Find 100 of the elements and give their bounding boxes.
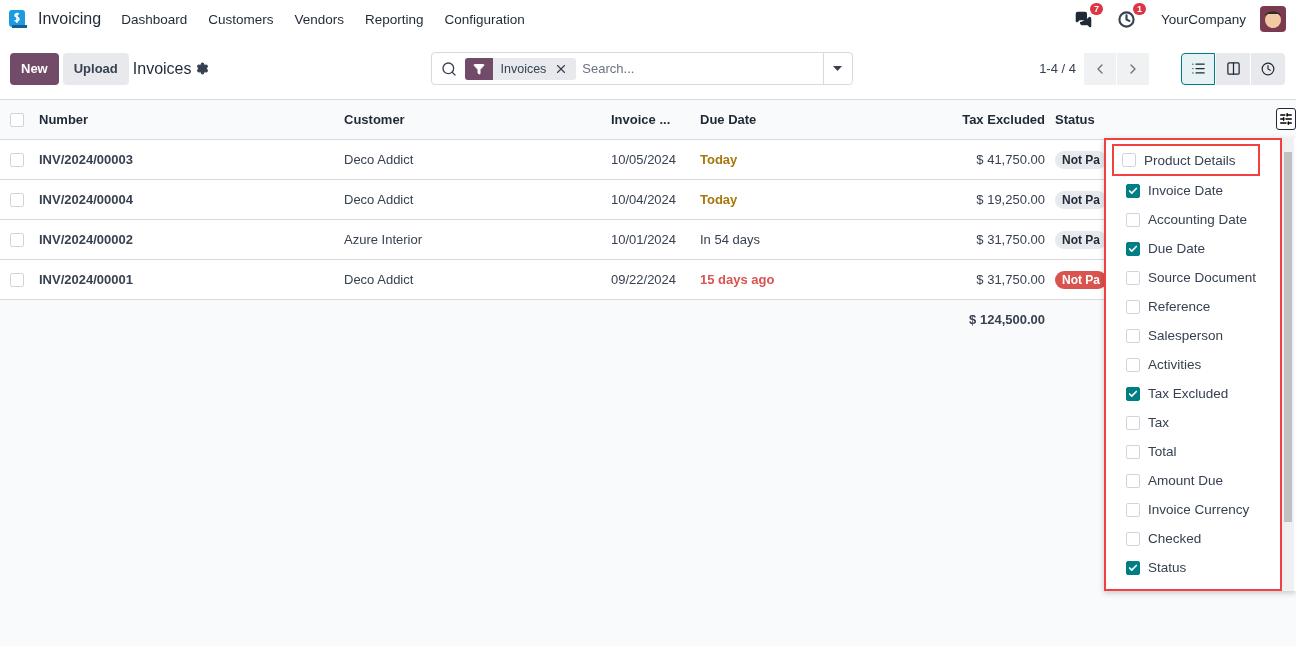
column-settings-button[interactable]: [1276, 108, 1296, 130]
avatar-icon[interactable]: [1260, 6, 1286, 32]
column-header[interactable]: Number: [39, 112, 89, 127]
column-header[interactable]: Invoice ...: [611, 112, 671, 127]
app-logo-icon[interactable]: [8, 9, 28, 29]
table-cell: INV/2024/00001: [39, 272, 133, 287]
caret-icon: [833, 66, 842, 71]
item-label: Reference: [1148, 299, 1211, 314]
table-cell: Deco Addict: [344, 152, 414, 167]
table-cell: Deco Addict: [344, 272, 414, 287]
menu-link[interactable]: Configuration: [444, 11, 525, 27]
table-cell: Deco Addict: [344, 192, 414, 207]
item-label: Activities: [1148, 357, 1202, 372]
item-label: Total: [1148, 444, 1177, 459]
menu-link[interactable]: Customers: [208, 11, 274, 27]
table-cell: INV/2024/00002: [39, 232, 133, 247]
menu-link[interactable]: Dashboard: [121, 11, 188, 27]
next-button[interactable]: [1117, 52, 1149, 85]
table-cell: Azure Interior: [344, 232, 423, 247]
scrollbar-thumb[interactable]: [1284, 152, 1292, 522]
menu-link[interactable]: Reporting: [365, 11, 424, 27]
table-cell: 10/01/2024: [611, 232, 677, 247]
new-button[interactable]: New: [10, 52, 59, 85]
item-label: Source Document: [1148, 270, 1257, 285]
table-cell: $ 31,750.00: [976, 272, 1045, 287]
view-button[interactable]: [1251, 52, 1285, 85]
table-cell: Today: [700, 152, 738, 167]
menu-item[interactable]: Due Date: [1112, 234, 1280, 263]
view-button[interactable]: [1216, 52, 1250, 85]
status-badge: Not Pa: [1055, 230, 1107, 249]
search-field[interactable]: Invoices Search...: [430, 52, 853, 85]
menu-link[interactable]: Vendors: [294, 11, 344, 27]
menu-item[interactable]: Reference: [1112, 292, 1280, 321]
kanban-icon: [1225, 61, 1241, 76]
item-label: Invoice Currency: [1148, 502, 1250, 517]
pager-text: 1-4 / 4: [1039, 61, 1076, 76]
menu-item[interactable]: Status: [1112, 553, 1280, 582]
menu-item[interactable]: Invoice Currency: [1112, 495, 1280, 524]
checkbox[interactable]: [1126, 241, 1140, 256]
status-badge: Not Pa: [1055, 190, 1107, 209]
menu-item[interactable]: Checked: [1112, 524, 1280, 553]
table-cell: INV/2024/00004: [39, 192, 133, 207]
app-name[interactable]: Invoicing: [38, 10, 102, 28]
search-icon: [440, 60, 457, 77]
table-cell: $ 19,250.00: [976, 192, 1045, 207]
settings-icon[interactable]: [195, 62, 209, 75]
menu-item[interactable]: Activities: [1112, 350, 1280, 379]
upload-button[interactable]: Upload: [62, 52, 129, 85]
count-badge: 7: [1089, 2, 1103, 15]
status-badge: Not Pa: [1055, 270, 1107, 289]
item-label: Salesperson: [1148, 328, 1224, 343]
view-button[interactable]: [1181, 52, 1215, 85]
list-icon: [1190, 61, 1206, 76]
item-label: Tax: [1148, 415, 1169, 430]
item-label: Product Details: [1144, 152, 1236, 168]
table-cell: 15 days ago: [700, 272, 775, 287]
column-header[interactable]: Status: [1055, 112, 1095, 127]
status-badge: Not Pa: [1055, 150, 1107, 169]
column-header[interactable]: Due Date: [700, 112, 757, 127]
menu-item[interactable]: Invoice Date: [1112, 176, 1280, 205]
item-label: Status: [1148, 560, 1187, 575]
column-header[interactable]: Tax Excluded: [962, 112, 1045, 127]
checkbox[interactable]: [1126, 560, 1140, 575]
menu-item[interactable]: Accounting Date: [1112, 205, 1280, 234]
table-cell: INV/2024/00003: [39, 152, 133, 167]
filter-icon: [472, 62, 485, 75]
filter-facet[interactable]: Invoices: [464, 57, 577, 80]
menu-item[interactable]: Tax: [1112, 408, 1280, 437]
table-cell: 09/22/2024: [611, 272, 677, 287]
menu-item[interactable]: Source Document: [1112, 263, 1280, 292]
table-cell: $ 41,750.00: [976, 152, 1045, 167]
item-label: Tax Excluded: [1148, 386, 1229, 401]
checkbox[interactable]: [1126, 183, 1140, 198]
table-cell: Today: [700, 192, 738, 207]
previous-button[interactable]: [1084, 52, 1116, 85]
item-label: Checked: [1148, 531, 1202, 546]
page-title: Invoices: [132, 59, 192, 78]
menu-item[interactable]: Total: [1112, 437, 1280, 466]
menu-item[interactable]: Tax Excluded: [1112, 379, 1280, 408]
count-badge: 1: [1132, 2, 1146, 15]
table-cell: $ 31,750.00: [976, 232, 1045, 247]
table-cell: In 54 days: [700, 232, 760, 247]
checkbox[interactable]: [1126, 386, 1140, 401]
clock-icon[interactable]: [1117, 10, 1135, 28]
item-label: Due Date: [1148, 241, 1206, 256]
menu-item[interactable]: Product Details: [1112, 144, 1260, 176]
menu-item[interactable]: Salesperson: [1112, 321, 1280, 350]
menu-item[interactable]: Amount Due: [1112, 466, 1280, 495]
facet-label: Invoices: [499, 61, 548, 76]
table-cell: 10/05/2024: [611, 152, 677, 167]
clock-icon: [1261, 61, 1275, 76]
item-label: Accounting Date: [1148, 212, 1248, 227]
company-name[interactable]: YourCompany: [1160, 11, 1246, 27]
column-header[interactable]: Customer: [344, 112, 405, 127]
item-label: Invoice Date: [1148, 183, 1224, 198]
total-amount: $ 124,500.00: [969, 311, 1045, 327]
chat-icon[interactable]: [1074, 10, 1092, 28]
sliders-icon: [1279, 112, 1293, 126]
item-label: Amount Due: [1148, 473, 1224, 488]
table-cell: 10/04/2024: [611, 192, 677, 207]
